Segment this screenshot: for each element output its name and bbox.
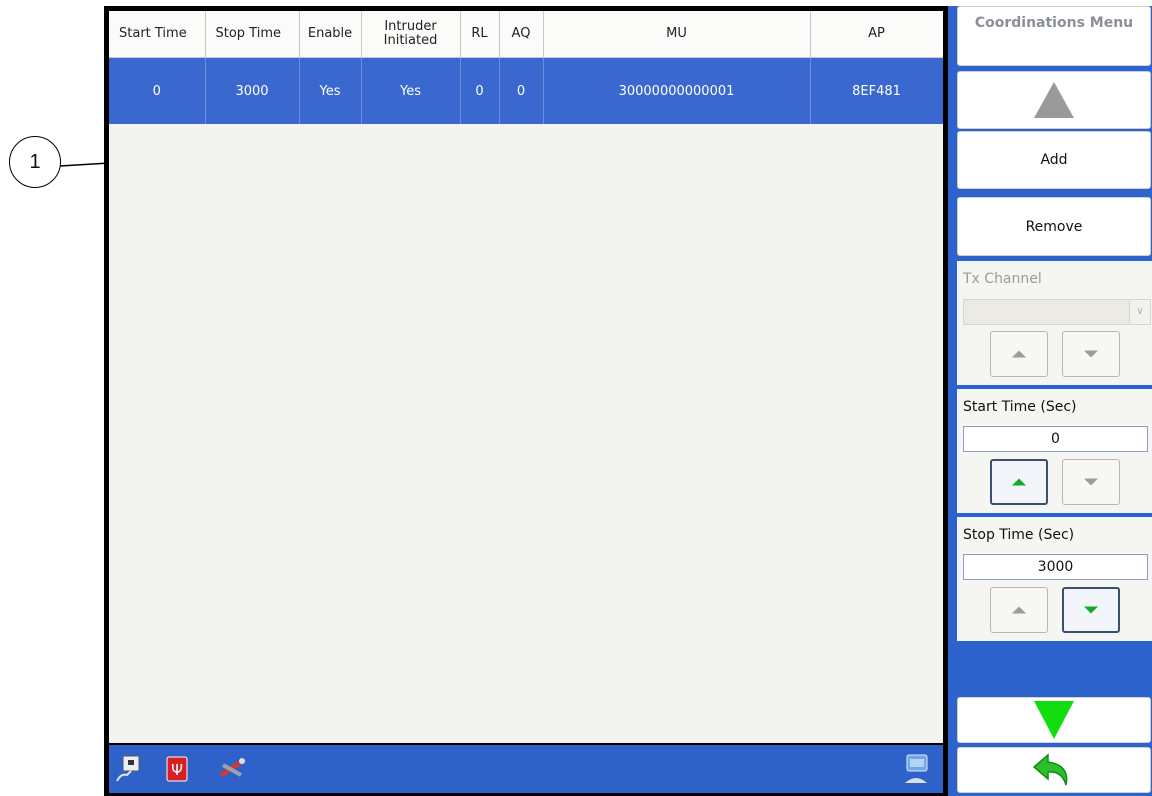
table-header-row: Start Time Stop Time Enable Intruder Ini… bbox=[109, 11, 943, 58]
cell-intruder-initiated: Yes bbox=[361, 57, 461, 124]
up-arrow-icon bbox=[1012, 606, 1026, 614]
back-button[interactable] bbox=[957, 747, 1151, 793]
chevron-down-icon: ∨ bbox=[1129, 300, 1150, 324]
stop-time-up-button[interactable] bbox=[990, 587, 1048, 633]
down-arrow-icon bbox=[1084, 606, 1098, 614]
tx-channel-label: Tx Channel bbox=[963, 271, 1042, 287]
header-aq[interactable]: AQ bbox=[499, 11, 544, 58]
scroll-up-arrow-icon bbox=[1034, 82, 1074, 118]
up-arrow-icon bbox=[1012, 478, 1026, 486]
menu-title: Coordinations Menu bbox=[957, 6, 1151, 66]
cell-start-time: 0 bbox=[109, 57, 206, 124]
cell-enable: Yes bbox=[299, 57, 362, 124]
table-row[interactable]: 0 3000 Yes Yes 0 0 30000000000001 8EF481 bbox=[109, 57, 943, 124]
stop-time-down-button[interactable] bbox=[1062, 587, 1120, 633]
header-start-time[interactable]: Start Time bbox=[109, 11, 206, 58]
stop-time-field[interactable]: 3000 bbox=[963, 554, 1148, 580]
coordination-table: Start Time Stop Time Enable Intruder Ini… bbox=[109, 11, 943, 743]
header-stop-time[interactable]: Stop Time bbox=[205, 11, 300, 58]
callout-marker: 1 bbox=[9, 136, 61, 188]
header-mu[interactable]: MU bbox=[543, 11, 811, 58]
callout-label: 1 bbox=[29, 150, 41, 173]
start-time-down-button[interactable] bbox=[1062, 459, 1120, 505]
scroll-down-button[interactable] bbox=[957, 697, 1151, 743]
scroll-down-arrow-icon bbox=[1034, 701, 1074, 739]
header-enable[interactable]: Enable bbox=[299, 11, 362, 58]
down-arrow-icon bbox=[1084, 478, 1098, 486]
add-button[interactable]: Add bbox=[957, 131, 1151, 189]
tx-channel-panel: Tx Channel ∨ bbox=[957, 261, 1152, 385]
svg-text:Ψ: Ψ bbox=[171, 761, 183, 779]
cell-aq: 0 bbox=[499, 57, 544, 124]
cell-ap: 8EF481 bbox=[810, 57, 943, 124]
header-intruder-initiated[interactable]: Intruder Initiated bbox=[361, 11, 461, 58]
start-time-field[interactable]: 0 bbox=[963, 426, 1148, 452]
header-ap[interactable]: AP bbox=[810, 11, 943, 58]
start-time-panel: Start Time (Sec) 0 bbox=[957, 389, 1152, 513]
down-arrow-icon bbox=[1084, 350, 1098, 358]
start-time-up-button[interactable] bbox=[990, 459, 1048, 505]
stop-time-label: Stop Time (Sec) bbox=[963, 527, 1075, 543]
usb-icon[interactable]: Ψ bbox=[165, 753, 191, 783]
keyboard-icon[interactable] bbox=[903, 753, 929, 783]
tools-icon[interactable] bbox=[219, 753, 245, 783]
stop-time-panel: Stop Time (Sec) 3000 bbox=[957, 517, 1152, 641]
network-icon[interactable] bbox=[115, 753, 141, 783]
tx-channel-down-button[interactable] bbox=[1062, 331, 1120, 377]
taskbar: Ψ bbox=[109, 745, 943, 793]
cell-rl: 0 bbox=[460, 57, 500, 124]
scroll-up-button[interactable] bbox=[957, 71, 1151, 129]
tx-channel-up-button[interactable] bbox=[990, 331, 1048, 377]
tx-channel-select[interactable]: ∨ bbox=[963, 299, 1151, 325]
up-arrow-icon bbox=[1012, 350, 1026, 358]
header-rl[interactable]: RL bbox=[460, 11, 500, 58]
cell-mu: 30000000000001 bbox=[543, 57, 811, 124]
cell-stop-time: 3000 bbox=[205, 57, 300, 124]
remove-button[interactable]: Remove bbox=[957, 197, 1151, 256]
start-time-label: Start Time (Sec) bbox=[963, 399, 1077, 415]
back-arrow-icon bbox=[1032, 753, 1068, 786]
